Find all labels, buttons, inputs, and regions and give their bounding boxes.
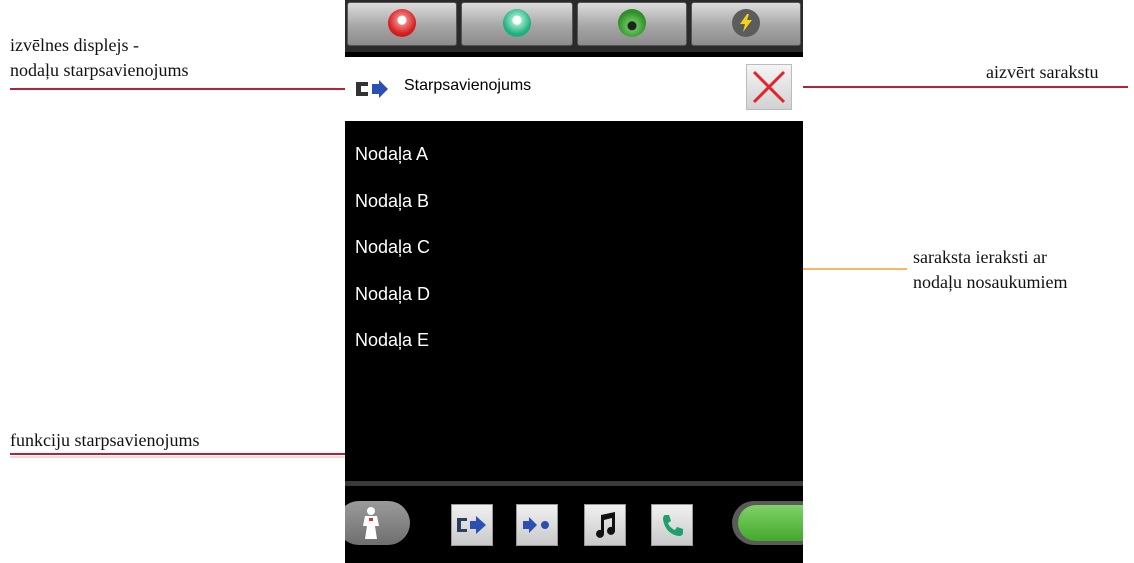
annotation-menu-display-line1: izvēlnes displejs - [10, 35, 139, 55]
close-list-button[interactable] [746, 64, 792, 110]
nurse-button[interactable] [345, 501, 410, 545]
annotation-close-list: aizvērt sarakstu [986, 62, 1099, 82]
teal-presence-icon [503, 9, 531, 37]
green-toggle-icon [738, 505, 803, 541]
top-button-red[interactable] [347, 2, 457, 46]
intercom-arrow-icon [457, 516, 486, 534]
bottom-toolbar [345, 494, 803, 563]
annotation-list-entries-line1: saraksta ieraksti ar [913, 247, 1047, 267]
top-button-bar [345, 0, 803, 52]
annotation-list-entries: saraksta ieraksti ar nodaļu nosaukumiem [913, 245, 1067, 295]
annotation-menu-display: izvēlnes displejs - nodaļu starpsavienoj… [10, 33, 188, 83]
list-item-department-a[interactable]: Nodaļa A [355, 144, 428, 165]
menu-header: Starpsavienojums [345, 57, 803, 121]
list-item-department-c[interactable]: Nodaļa C [355, 237, 430, 258]
bottom-divider [345, 481, 803, 486]
leader-line-close-list [790, 86, 1128, 88]
top-button-green[interactable] [577, 2, 687, 46]
music-button[interactable] [584, 504, 626, 546]
top-button-teal[interactable] [461, 2, 573, 46]
intercom-button[interactable] [451, 504, 493, 546]
leader-line-menu-display [10, 88, 351, 90]
green-toggle[interactable] [732, 501, 803, 545]
top-button-lightning[interactable] [691, 2, 801, 46]
annotation-list-entries-line2: nodaļu nosaukumiem [913, 272, 1068, 292]
list-item-department-b[interactable]: Nodaļa B [355, 191, 429, 212]
annotation-menu-display-line2: nodaļu starpsavienojums [10, 60, 189, 80]
close-x-icon [752, 70, 786, 104]
forward-dot-icon [523, 517, 549, 533]
phone-icon [663, 515, 683, 536]
green-status-icon [618, 9, 646, 37]
device-screen: Starpsavienojums Nodaļa A Nodaļa B Nodaļ… [345, 0, 803, 563]
phone-button[interactable] [651, 504, 693, 546]
list-item-department-e[interactable]: Nodaļa E [355, 330, 429, 351]
lightning-icon [732, 9, 760, 37]
forward-button[interactable] [516, 504, 558, 546]
music-note-icon [596, 512, 615, 538]
nurse-icon [363, 507, 379, 539]
list-item-department-d[interactable]: Nodaļa D [355, 284, 430, 305]
header-title: Starpsavienojums [404, 77, 532, 94]
red-alarm-icon [388, 9, 416, 37]
intercom-arrow-icon [356, 80, 388, 98]
